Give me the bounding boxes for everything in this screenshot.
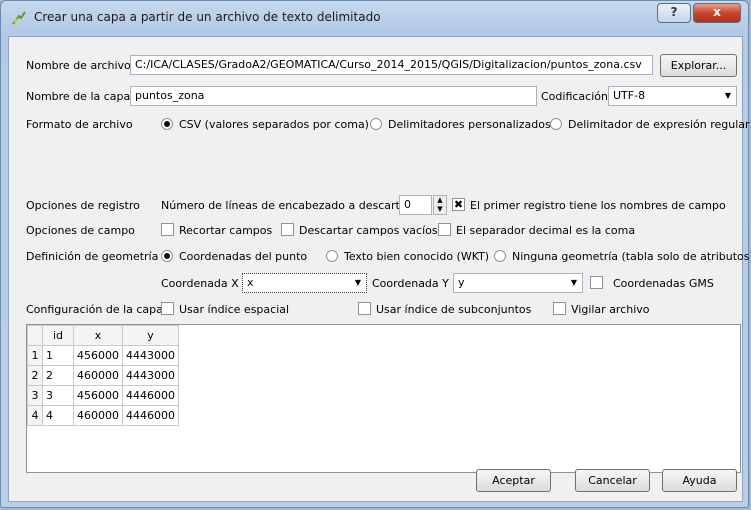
- decimal-comma-checkbox[interactable]: [438, 223, 451, 236]
- table-cell: 3: [42, 385, 74, 406]
- file-name-label: Nombre de archivo: [26, 59, 131, 72]
- layer-name-label: Nombre de la capa: [26, 90, 131, 103]
- discard-empty-label: Descartar campos vacíos: [299, 224, 438, 237]
- record-options-label: Opciones de registro: [26, 199, 140, 212]
- ok-button[interactable]: Aceptar: [476, 469, 551, 492]
- subset-index-checkbox[interactable]: [358, 302, 371, 315]
- watch-file-label: Vigilar archivo: [571, 303, 650, 316]
- subset-index-label: Usar índice de subconjuntos: [376, 303, 532, 316]
- layer-settings-label: Configuración de la capa: [26, 303, 163, 316]
- spatial-index-checkbox[interactable]: [161, 302, 174, 315]
- dialog-window: Crear una capa a partir de un archivo de…: [0, 0, 751, 508]
- encoding-value: UTF-8: [613, 89, 646, 102]
- table-row[interactable]: 1 1 456000 4443000: [27, 345, 179, 366]
- spatial-index-label: Usar índice espacial: [179, 303, 290, 316]
- geometry-definition-label: Definición de geometría: [26, 250, 159, 263]
- trim-fields-checkbox[interactable]: [161, 223, 174, 236]
- table-row[interactable]: 2 2 460000 4443000: [27, 365, 179, 386]
- preview-table: id x y 1 1 456000 4443000 2 2 460000 444…: [27, 325, 179, 426]
- table-header-row: id x y: [27, 325, 179, 346]
- watch-file-checkbox[interactable]: [553, 302, 566, 315]
- geometry-wkt-label: Texto bien conocido (WKT): [344, 250, 490, 263]
- dms-coordinates-label: Coordenadas GMS: [613, 277, 714, 290]
- decimal-comma-label: El separador decimal es la coma: [456, 224, 636, 237]
- geometry-none-radio[interactable]: [494, 250, 506, 262]
- geometry-none-label: Ninguna geometría (tabla solo de atribut…: [512, 250, 751, 263]
- table-cell: 4443000: [122, 365, 179, 386]
- corner-cell: [27, 325, 43, 346]
- header-lines-spinner[interactable]: ▲ ▼: [433, 195, 447, 215]
- help-button[interactable]: Ayuda: [662, 469, 737, 492]
- format-custom-label: Delimitadores personalizados: [388, 118, 551, 131]
- chevron-down-icon: ▼: [724, 91, 732, 100]
- browse-button[interactable]: Explorar...: [660, 54, 737, 77]
- x-coordinate-label: Coordenada X: [161, 277, 239, 290]
- close-icon[interactable]: x: [693, 3, 741, 23]
- column-header-id[interactable]: id: [42, 325, 74, 346]
- table-cell: 4446000: [122, 405, 179, 426]
- dialog-client-area: Nombre de archivo C:/ICA/CLASES/GradoA2/…: [8, 36, 751, 502]
- y-coordinate-label: Coordenada Y: [372, 277, 449, 290]
- format-custom-radio[interactable]: [370, 118, 382, 130]
- format-csv-radio[interactable]: [161, 118, 173, 130]
- column-header-y[interactable]: y: [122, 325, 179, 346]
- format-regex-radio[interactable]: [550, 118, 562, 130]
- geometry-wkt-radio[interactable]: [326, 250, 338, 262]
- discard-empty-checkbox[interactable]: [281, 223, 294, 236]
- geometry-point-label: Coordenadas del punto: [179, 250, 308, 263]
- column-header-x[interactable]: x: [73, 325, 123, 346]
- table-cell: 460000: [73, 405, 123, 426]
- row-header: 2: [27, 365, 43, 386]
- title-bar[interactable]: Crear una capa a partir de un archivo de…: [1, 1, 748, 35]
- table-cell: 1: [42, 345, 74, 366]
- table-cell: 456000: [73, 385, 123, 406]
- file-format-label: Formato de archivo: [26, 118, 133, 131]
- y-coordinate-value: y: [458, 276, 465, 289]
- qgis-delimited-text-icon: [12, 11, 26, 25]
- encoding-label: Codificación: [541, 90, 608, 103]
- chevron-down-icon: ▼: [354, 278, 362, 287]
- layer-name-input[interactable]: puntos_zona: [130, 86, 537, 106]
- x-coordinate-select[interactable]: x ▼: [242, 273, 367, 293]
- window-title: Crear una capa a partir de un archivo de…: [34, 10, 381, 24]
- encoding-select[interactable]: UTF-8 ▼: [608, 86, 737, 106]
- field-options-label: Opciones de campo: [26, 224, 135, 237]
- y-coordinate-select[interactable]: y ▼: [453, 273, 583, 293]
- table-cell: 456000: [73, 345, 123, 366]
- format-csv-label: CSV (valores separados por coma): [179, 118, 369, 131]
- table-cell: 4: [42, 405, 74, 426]
- format-regex-label: Delimitador de expresión regular: [568, 118, 750, 131]
- header-lines-label: Número de líneas de encabezado a descart…: [161, 199, 412, 212]
- row-header: 3: [27, 385, 43, 406]
- first-record-label: El primer registro tiene los nombres de …: [470, 199, 726, 212]
- table-row[interactable]: 3 3 456000 4446000: [27, 385, 179, 406]
- table-cell: 4446000: [122, 385, 179, 406]
- table-cell: 460000: [73, 365, 123, 386]
- table-cell: 4443000: [122, 345, 179, 366]
- chevron-down-icon: ▼: [570, 278, 578, 287]
- table-row[interactable]: 4 4 460000 4446000: [27, 405, 179, 426]
- first-record-checkbox[interactable]: ✖: [452, 198, 465, 211]
- header-lines-input[interactable]: 0: [399, 195, 432, 215]
- sample-data-preview[interactable]: id x y 1 1 456000 4443000 2 2 460000 444…: [26, 324, 741, 473]
- cancel-button[interactable]: Cancelar: [575, 469, 650, 492]
- geometry-point-radio[interactable]: [161, 250, 173, 262]
- row-header: 4: [27, 405, 43, 426]
- dms-coordinates-checkbox[interactable]: [590, 276, 603, 289]
- help-icon[interactable]: ?: [657, 3, 691, 23]
- trim-fields-label: Recortar campos: [179, 224, 273, 237]
- file-name-input[interactable]: C:/ICA/CLASES/GradoA2/GEOMATICA/Curso_20…: [130, 55, 653, 75]
- row-header: 1: [27, 345, 43, 366]
- x-coordinate-value: x: [247, 276, 254, 289]
- table-cell: 2: [42, 365, 74, 386]
